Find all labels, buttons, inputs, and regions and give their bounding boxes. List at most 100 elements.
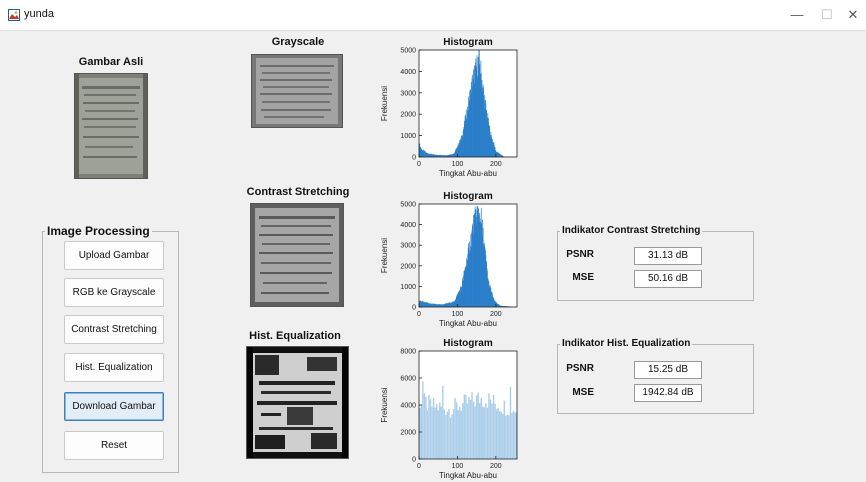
histogram-bar	[486, 407, 489, 459]
histogram-bar	[466, 403, 469, 459]
x-tick-label: 200	[490, 161, 502, 168]
histogram-bar	[442, 385, 444, 459]
x-tick-label: 100	[452, 463, 464, 470]
y-tick-label: 5000	[400, 202, 416, 209]
equalization-psnr-label: PSNR	[566, 363, 594, 374]
y-tick-label: 6000	[400, 376, 416, 383]
minimize-button[interactable]: —	[782, 4, 812, 26]
contrast-indicator-group: Indikator Contrast Stretching	[557, 225, 754, 301]
equalization-indicator-group: Indikator Hist. Equalization	[557, 338, 754, 414]
download-button[interactable]: Download Gambar	[64, 392, 164, 421]
hist-equalization-button[interactable]: Hist. Equalization	[64, 353, 164, 382]
histogram-bar	[434, 407, 436, 459]
histogram-bar	[491, 403, 493, 459]
histogram-bar	[471, 392, 473, 459]
histogram-title: Histogram	[443, 191, 493, 202]
close-button[interactable]: ✕	[838, 4, 866, 26]
x-axis-label: Tingkat Abu-abu	[439, 319, 497, 328]
x-axis-label: Tingkat Abu-abu	[439, 169, 497, 178]
grayscale-histogram: Histogram 0 1000 2000 3000 4000 5000 0 100 200Tin…	[380, 37, 518, 178]
y-axis-label: Frekuensi	[380, 86, 389, 121]
original-image	[74, 73, 148, 179]
x-tick-label: 200	[490, 311, 502, 318]
histogram-bar	[485, 403, 487, 459]
reset-button[interactable]: Reset	[64, 431, 164, 460]
equalization-mse-value: 1942.84 dB	[634, 384, 702, 402]
histogram-bar	[431, 406, 433, 459]
contrast-stretching-button[interactable]: Contrast Stretching	[64, 315, 164, 344]
histogram-bar	[452, 409, 455, 459]
histogram-bar	[445, 415, 447, 459]
window-titlebar: yunda — ☐ ✕	[0, 0, 866, 31]
histogram-bar	[460, 410, 462, 459]
y-tick-label: 2000	[400, 112, 416, 119]
histogram-bar	[439, 402, 441, 459]
histogram-bar	[489, 399, 492, 459]
histogram-bar	[446, 411, 449, 459]
y-tick-label: 2000	[400, 263, 416, 270]
histogram-title: Histogram	[443, 37, 493, 48]
histogram-bar	[437, 410, 439, 459]
histogram-bar	[514, 412, 516, 459]
y-tick-label: 4000	[400, 403, 416, 410]
histogram-bar	[472, 401, 475, 459]
histogram-bar	[457, 410, 459, 459]
contrast-histogram: Histogram 0 1000 2000 3000 4000 5000 0 100 200Tin…	[380, 191, 518, 328]
x-tick-label: 0	[417, 463, 421, 470]
equalization-image-title: Hist. Equalization	[249, 330, 341, 342]
y-tick-label: 0	[412, 155, 416, 162]
app-icon	[8, 9, 20, 21]
histogram-bar	[440, 406, 442, 459]
histogram-bar	[463, 394, 466, 459]
histogram-bar	[462, 402, 464, 459]
y-tick-label: 1000	[400, 284, 416, 291]
x-axis-label: Tingkat Abu-abu	[439, 471, 497, 480]
histogram-bar	[423, 393, 426, 459]
histogram-bar	[482, 406, 484, 459]
x-tick-label: 0	[417, 311, 421, 318]
histogram-bar	[494, 403, 496, 459]
histogram-bar	[477, 392, 479, 459]
y-tick-label: 8000	[400, 349, 416, 356]
histogram-bar	[479, 403, 481, 459]
histogram-bar	[459, 407, 461, 459]
equalization-mse-label: MSE	[572, 387, 594, 398]
y-tick-label: 0	[412, 457, 416, 464]
histogram-bar	[451, 414, 453, 459]
histogram-bar	[488, 393, 490, 459]
histogram-bar	[483, 407, 486, 459]
contrast-mse-label: MSE	[572, 272, 594, 283]
histogram-bar	[425, 396, 427, 459]
histogram-bar	[455, 402, 458, 459]
histogram-bar	[432, 397, 435, 459]
histogram-bar	[426, 410, 429, 459]
histogram-bar	[465, 394, 467, 459]
y-tick-label: 3000	[400, 243, 416, 250]
upload-button[interactable]: Upload Gambar	[64, 241, 164, 270]
histogram-bar	[512, 410, 515, 459]
histogram-bar	[506, 414, 509, 459]
original-image-title: Gambar Asli	[78, 56, 144, 68]
histogram-bar	[475, 395, 478, 459]
equalization-psnr-value: 15.25 dB	[634, 361, 702, 379]
histogram-bar	[502, 414, 504, 459]
image-processing-title: Image Processing	[45, 224, 152, 238]
histogram-bar	[509, 387, 512, 459]
histogram-bar	[469, 399, 472, 459]
y-tick-label: 0	[412, 305, 416, 312]
grayscale-image-title: Grayscale	[271, 36, 325, 48]
x-tick-label: 100	[452, 161, 464, 168]
rgb-to-grayscale-button[interactable]: RGB ke Grayscale	[64, 278, 164, 307]
contrast-psnr-label: PSNR	[566, 249, 594, 260]
y-axis-label: Frekuensi	[380, 238, 389, 273]
histogram-bar	[500, 411, 502, 459]
y-tick-label: 5000	[400, 48, 416, 55]
histogram-bar	[499, 411, 501, 459]
histogram-bar	[429, 398, 432, 459]
contrast-indicator-title: Indikator Contrast Stretching	[560, 225, 703, 236]
y-tick-label: 3000	[400, 90, 416, 97]
histogram-bar	[454, 398, 456, 459]
histogram-bar	[443, 409, 446, 459]
contrast-mse-value: 50.16 dB	[634, 270, 702, 288]
contrast-image	[250, 203, 344, 307]
